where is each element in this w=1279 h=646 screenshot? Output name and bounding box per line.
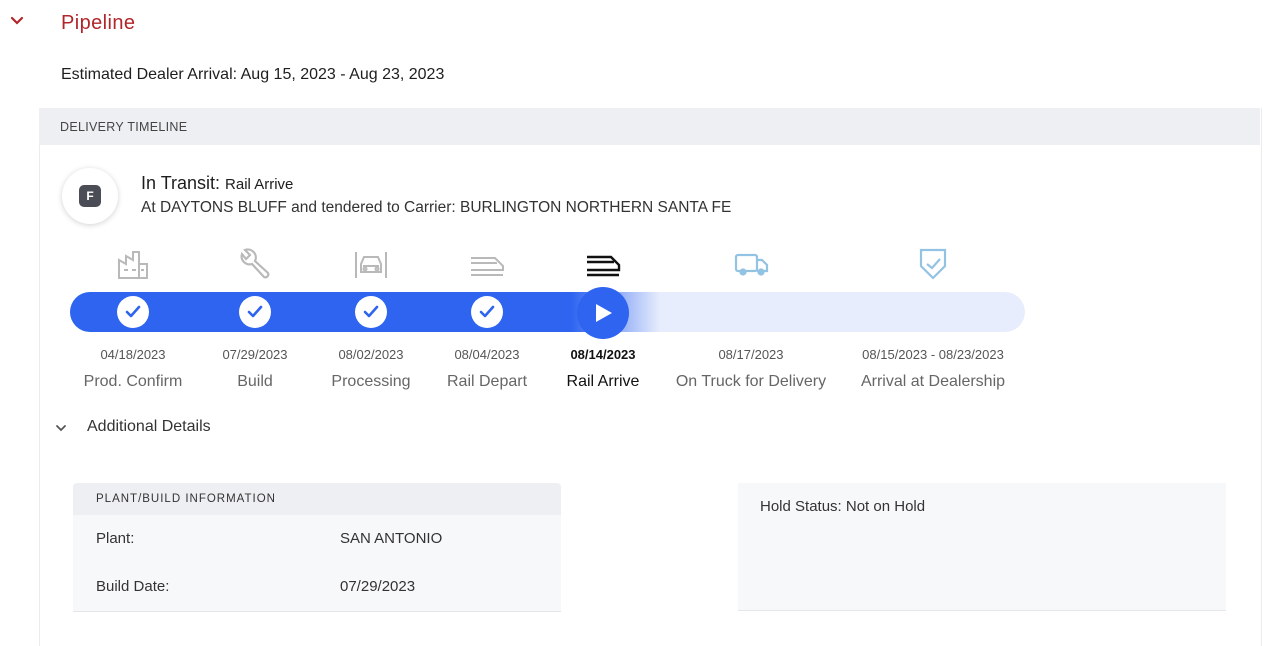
plant-info-header: PLANT/BUILD INFORMATION — [73, 483, 561, 515]
shield-check-icon — [913, 244, 953, 284]
current-step-play-icon — [577, 287, 629, 339]
row-key: Build Date: — [96, 578, 170, 595]
train-arrive-icon — [583, 244, 623, 284]
status-avatar: F — [62, 168, 118, 224]
hold-status-text: Hold Status: Not on Hold — [760, 498, 926, 515]
status-title-main: In Transit: — [141, 173, 221, 193]
wrench-icon — [234, 244, 274, 284]
additional-details-chevron-icon[interactable] — [55, 421, 67, 433]
collapse-chevron-icon[interactable] — [10, 14, 24, 28]
car-processing-icon — [351, 244, 391, 284]
status-title: In Transit: Rail Arrive — [141, 173, 293, 194]
row-value: SAN ANTONIO — [340, 530, 443, 547]
step-label: Arrival at Dealership — [860, 373, 1006, 390]
delivery-timeline-title: DELIVERY TIMELINE — [60, 120, 188, 134]
hold-status-panel: Hold Status: Not on Hold — [738, 483, 1226, 611]
table-row: Plant: SAN ANTONIO — [73, 515, 561, 564]
step-check-icon — [239, 296, 271, 328]
additional-details-toggle[interactable]: Additional Details — [87, 418, 211, 436]
row-key: Plant: — [96, 530, 135, 547]
step-date: 08/15/2023 - 08/23/2023 — [862, 347, 1004, 362]
plant-info-title: PLANT/BUILD INFORMATION — [96, 493, 276, 505]
status-badge: F — [79, 185, 101, 207]
step-check-icon — [117, 296, 149, 328]
delivery-timeline-header: DELIVERY TIMELINE — [39, 108, 1260, 145]
table-row: Build Date: 07/29/2023 — [73, 563, 561, 612]
step-check-icon — [471, 296, 503, 328]
factory-icon — [113, 244, 153, 284]
status-title-sub: Rail Arrive — [225, 176, 294, 193]
train-depart-icon — [467, 244, 507, 284]
step-label: On Truck for Delivery — [675, 373, 827, 390]
truck-icon — [731, 244, 771, 284]
step-check-icon — [355, 296, 387, 328]
row-value: 07/29/2023 — [340, 578, 416, 595]
section-title[interactable]: Pipeline — [61, 12, 135, 35]
step-date: 08/17/2023 — [718, 347, 784, 362]
estimated-arrival-text: Estimated Dealer Arrival: Aug 15, 2023 -… — [61, 66, 445, 83]
status-description: At DAYTONS BLUFF and tendered to Carrier… — [141, 199, 732, 216]
